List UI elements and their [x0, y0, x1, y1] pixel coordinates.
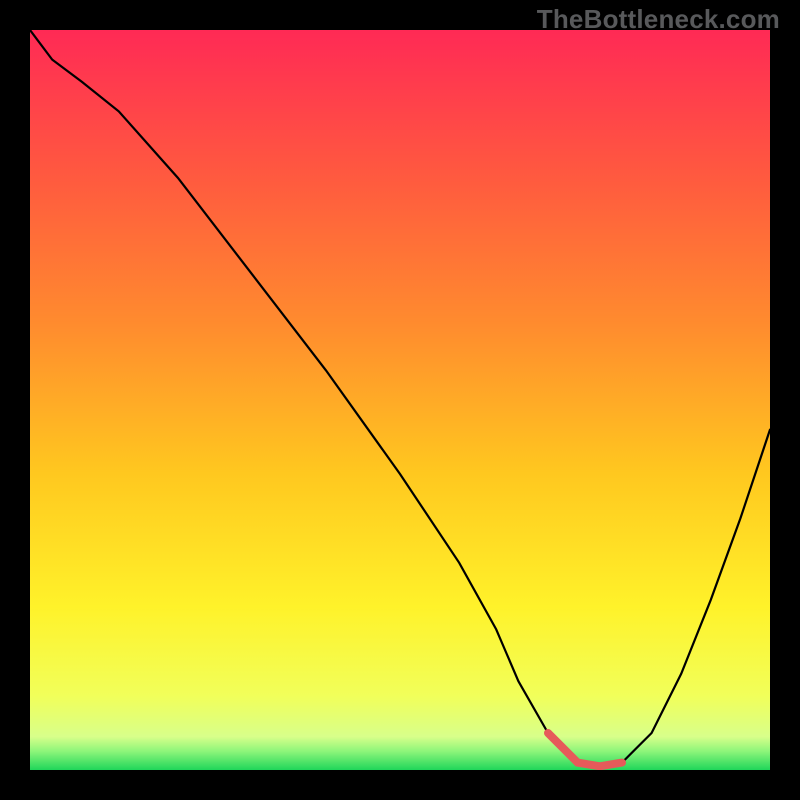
watermark-text: TheBottleneck.com	[537, 4, 780, 35]
plot-area	[30, 30, 770, 770]
chart-svg	[30, 30, 770, 770]
chart-frame: TheBottleneck.com	[0, 0, 800, 800]
gradient-background	[30, 30, 770, 770]
